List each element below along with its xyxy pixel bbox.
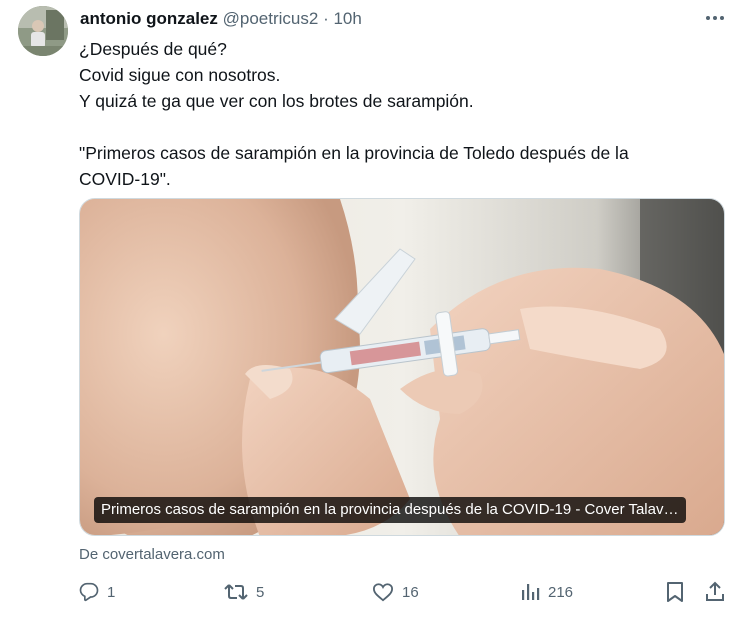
card-image — [80, 199, 724, 535]
more-icon[interactable] — [700, 8, 730, 28]
tweet-text: ¿Después de qué? Covid sigue con nosotro… — [79, 36, 719, 192]
tweet-text-line — [79, 114, 719, 140]
tweet-text-line: "Primeros casos de sarampión en la provi… — [79, 143, 629, 163]
share-button[interactable] — [704, 578, 726, 606]
link-card[interactable]: Primeros casos de sarampión en la provin… — [79, 198, 725, 536]
author-handle[interactable]: @poetricus2 — [223, 9, 319, 28]
reply-button[interactable]: 1 — [79, 578, 115, 606]
tweet-text-line: ¿Después de qué? — [79, 39, 227, 59]
share-icon — [706, 581, 724, 601]
separator-dot: · — [323, 9, 329, 28]
tweet-text-line: Covid sigue con nosotros. — [79, 65, 281, 85]
like-count: 16 — [402, 583, 419, 601]
tweet-text-line: COVID-19". — [79, 169, 171, 189]
card-source[interactable]: De covertalavera.com — [79, 546, 225, 563]
retweet-button[interactable]: 5 — [224, 578, 264, 606]
action-bar: 1 5 16 216 — [0, 576, 752, 608]
avatar[interactable] — [18, 6, 68, 56]
author-name[interactable]: antonio gonzalez — [80, 9, 218, 28]
views-count: 216 — [548, 583, 574, 601]
reply-icon — [79, 582, 99, 602]
retweet-icon — [224, 584, 248, 600]
tweet-time[interactable]: 10h — [333, 9, 361, 28]
tweet-text-line: Y quizá te ga que ver con los brotes de … — [79, 91, 474, 111]
tweet: antonio gonzalez @poetricus2 · 10h ¿Desp… — [0, 0, 752, 622]
bookmark-icon — [667, 582, 683, 602]
like-button[interactable]: 16 — [372, 578, 419, 606]
bookmark-button[interactable] — [666, 578, 684, 606]
views-button[interactable]: 216 — [520, 578, 573, 606]
card-caption: Primeros casos de sarampión en la provin… — [94, 497, 686, 523]
tweet-header: antonio gonzalez @poetricus2 · 10h — [80, 8, 362, 30]
reply-count: 1 — [107, 583, 116, 601]
views-icon — [522, 584, 540, 600]
like-icon — [372, 583, 394, 602]
retweet-count: 5 — [256, 583, 265, 601]
